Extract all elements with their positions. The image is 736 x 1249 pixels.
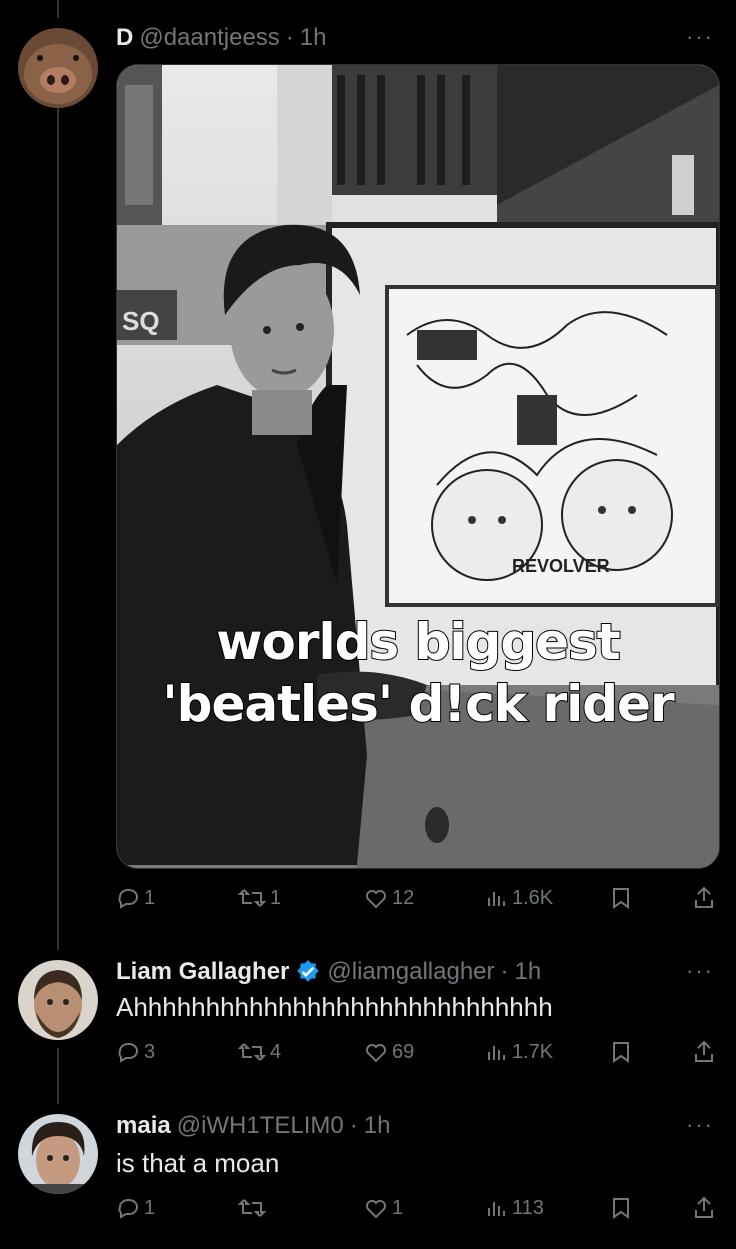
share-button[interactable]	[692, 1196, 716, 1220]
timestamp[interactable]: 1h	[364, 1112, 391, 1140]
tweet-header: D @daantjeess · 1h	[116, 24, 327, 52]
share-icon	[695, 1196, 713, 1218]
tweet-text: is that a moan	[116, 1148, 280, 1178]
repost-icon	[238, 1043, 266, 1061]
like-count: 12	[392, 886, 415, 909]
user-handle[interactable]: @liamgallagher	[327, 958, 494, 986]
like-button[interactable]: 12	[364, 886, 414, 910]
like-icon	[366, 1044, 386, 1063]
tweet-image[interactable]: SQ REVOLVER worlds biggest 'beatles' d!c…	[116, 64, 720, 869]
share-button[interactable]	[692, 1040, 716, 1064]
repost-button[interactable]: 1	[238, 886, 281, 910]
poster-title: REVOLVER	[512, 556, 610, 576]
reply-button[interactable]: 1	[116, 1196, 155, 1220]
bookmark-icon	[613, 1042, 629, 1063]
like-button[interactable]: 69	[364, 1040, 414, 1064]
user-handle[interactable]: @daantjeess	[139, 24, 279, 52]
thread-line	[57, 108, 59, 950]
views-icon	[488, 892, 505, 906]
like-count: 69	[392, 1040, 415, 1063]
separator-dot: ·	[500, 958, 509, 985]
view-count: 1.7K	[512, 1040, 554, 1063]
reply-button[interactable]: 1	[116, 886, 155, 910]
image-caption-line-1: worlds biggest	[215, 612, 621, 672]
repost-button[interactable]: 4	[238, 1040, 281, 1064]
avatar[interactable]	[18, 28, 98, 108]
share-button[interactable]	[692, 886, 716, 910]
reply-button[interactable]: 3	[116, 1040, 155, 1064]
like-button[interactable]: 1	[364, 1196, 403, 1220]
display-name[interactable]: maia	[116, 1112, 171, 1140]
bookmark-icon	[613, 888, 629, 909]
thread-line	[57, 1048, 59, 1104]
view-count: 1.6K	[512, 886, 554, 909]
repost-count: 4	[270, 1040, 282, 1063]
views-button[interactable]: 113	[486, 1196, 544, 1220]
share-icon	[695, 1040, 713, 1062]
views-button[interactable]: 1.7K	[486, 1040, 553, 1064]
more-icon[interactable]: ···	[686, 1112, 714, 1138]
bookmark-button[interactable]	[610, 1040, 632, 1064]
tweet-actions: 3 4 69 1.7K	[116, 1040, 716, 1072]
reply-count: 3	[144, 1040, 156, 1063]
avatar[interactable]	[18, 960, 98, 1040]
verified-badge-icon	[297, 960, 320, 982]
repost-icon	[238, 1199, 266, 1217]
like-count: 1	[392, 1196, 404, 1219]
more-icon[interactable]: ···	[686, 24, 714, 50]
separator-dot: ·	[349, 1112, 358, 1139]
repost-count: 1	[270, 886, 282, 909]
separator-dot: ·	[285, 24, 294, 51]
views-icon	[488, 1202, 505, 1216]
avatar[interactable]	[18, 1114, 98, 1194]
repost-icon	[238, 889, 266, 907]
bookmark-button[interactable]	[610, 886, 632, 910]
views-button[interactable]: 1.6K	[486, 886, 553, 910]
timestamp[interactable]: 1h	[300, 24, 327, 52]
share-icon	[695, 886, 713, 908]
reply-icon	[118, 1199, 138, 1219]
tweet-actions: 1 1 12 1.6K	[116, 886, 716, 918]
reply-icon	[118, 889, 138, 909]
tweet-header: maia @iWH1TELIM0 · 1h	[116, 1112, 390, 1140]
like-icon	[366, 890, 386, 909]
tweet-header: Liam Gallagher @liamgallagher · 1h	[116, 958, 541, 986]
repost-button[interactable]	[238, 1196, 270, 1220]
display-name[interactable]: Liam Gallagher	[116, 958, 289, 986]
more-icon[interactable]: ···	[686, 958, 714, 984]
sign-text: SQ	[122, 306, 160, 336]
view-count: 113	[512, 1196, 544, 1219]
reply-icon	[118, 1043, 138, 1063]
image-caption-line-2: 'beatles' d!ck rider	[161, 674, 675, 734]
tweet-text: Ahhhhhhhhhhhhhhhhhhhhhhhhhhhhh	[116, 992, 553, 1022]
bookmark-icon	[613, 1198, 629, 1219]
thread-line	[57, 0, 59, 18]
bookmark-button[interactable]	[610, 1196, 632, 1220]
reply-count: 1	[144, 1196, 156, 1219]
display-name[interactable]: D	[116, 24, 133, 52]
user-handle[interactable]: @iWH1TELIM0	[177, 1112, 344, 1140]
timestamp[interactable]: 1h	[515, 958, 542, 986]
views-icon	[488, 1046, 505, 1060]
like-icon	[366, 1200, 386, 1219]
reply-count: 1	[144, 886, 156, 909]
tweet-actions: 1 1 113	[116, 1196, 716, 1228]
